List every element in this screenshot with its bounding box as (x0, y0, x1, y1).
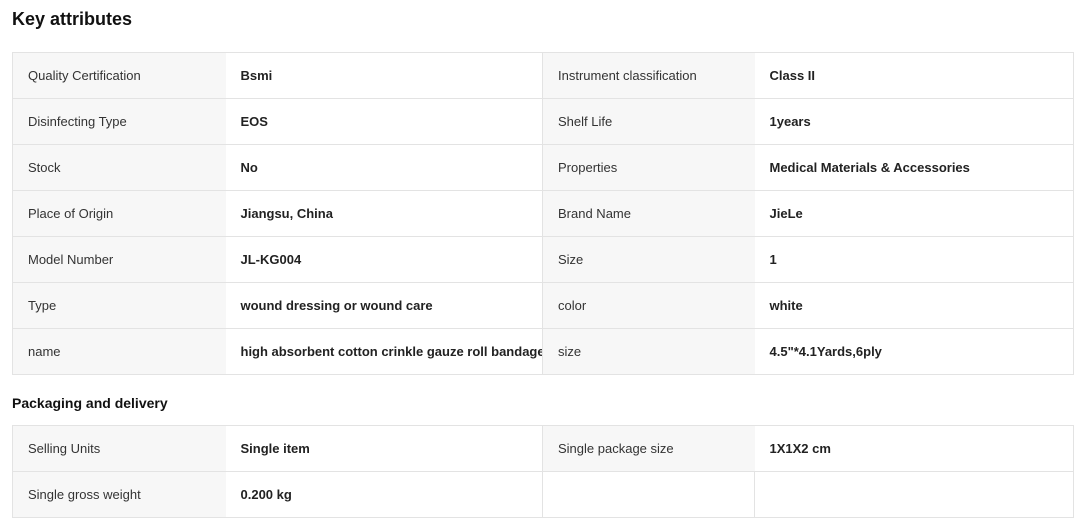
attribute-label: color (542, 282, 755, 329)
packaging-row: Selling Units Single item Single package… (12, 425, 1074, 472)
attribute-value: JieLe (754, 190, 1074, 237)
packaging-value: 0.200 kg (225, 471, 543, 518)
packaging-value: 1X1X2 cm (754, 425, 1074, 472)
attribute-row: Stock No Properties Medical Materials & … (12, 144, 1074, 191)
attribute-value: JL-KG004 (225, 236, 543, 283)
attribute-value: 1 (754, 236, 1074, 283)
attribute-label: Size (542, 236, 755, 283)
packaging-label: Single package size (542, 425, 755, 472)
packaging-table: Selling Units Single item Single package… (12, 425, 1074, 518)
key-attributes-heading: Key attributes (12, 9, 133, 29)
attribute-value: Medical Materials & Accessories (754, 144, 1074, 191)
attribute-row: Model Number JL-KG004 Size 1 (12, 236, 1074, 283)
attribute-label: name (12, 328, 226, 375)
attribute-value: high absorbent cotton crinkle gauze roll… (225, 328, 543, 375)
packaging-label: Single gross weight (12, 471, 226, 518)
packaging-empty-cell (542, 471, 755, 518)
attribute-row: name high absorbent cotton crinkle gauze… (12, 328, 1074, 375)
attribute-value: Class II (754, 52, 1074, 99)
key-attributes-table: Quality Certification Bsmi Instrument cl… (12, 52, 1074, 375)
attribute-label: size (542, 328, 755, 375)
packaging-heading: Packaging and delivery (12, 395, 168, 411)
attribute-label: Properties (542, 144, 755, 191)
attribute-row: Disinfecting Type EOS Shelf Life 1years (12, 98, 1074, 145)
attribute-value: 1years (754, 98, 1074, 145)
attribute-row: Type wound dressing or wound care color … (12, 282, 1074, 329)
attribute-value: No (225, 144, 543, 191)
attribute-label: Type (12, 282, 226, 329)
attribute-label: Quality Certification (12, 52, 226, 99)
attribute-value: Jiangsu, China (225, 190, 543, 237)
attribute-value: Bsmi (225, 52, 543, 99)
attribute-label: Model Number (12, 236, 226, 283)
attribute-value: EOS (225, 98, 543, 145)
attribute-row: Place of Origin Jiangsu, China Brand Nam… (12, 190, 1074, 237)
packaging-row: Single gross weight 0.200 kg (12, 471, 1074, 518)
packaging-value: Single item (225, 425, 543, 472)
attribute-label: Stock (12, 144, 226, 191)
attribute-value: wound dressing or wound care (225, 282, 543, 329)
attribute-value: 4.5"*4.1Yards,6ply (754, 328, 1074, 375)
attribute-value: white (754, 282, 1074, 329)
attribute-label: Brand Name (542, 190, 755, 237)
attribute-label: Place of Origin (12, 190, 226, 237)
attribute-label: Disinfecting Type (12, 98, 226, 145)
attribute-label: Instrument classification (542, 52, 755, 99)
attribute-label: Shelf Life (542, 98, 755, 145)
packaging-label: Selling Units (12, 425, 226, 472)
attribute-row: Quality Certification Bsmi Instrument cl… (12, 52, 1074, 99)
packaging-empty-cell (754, 471, 1074, 518)
